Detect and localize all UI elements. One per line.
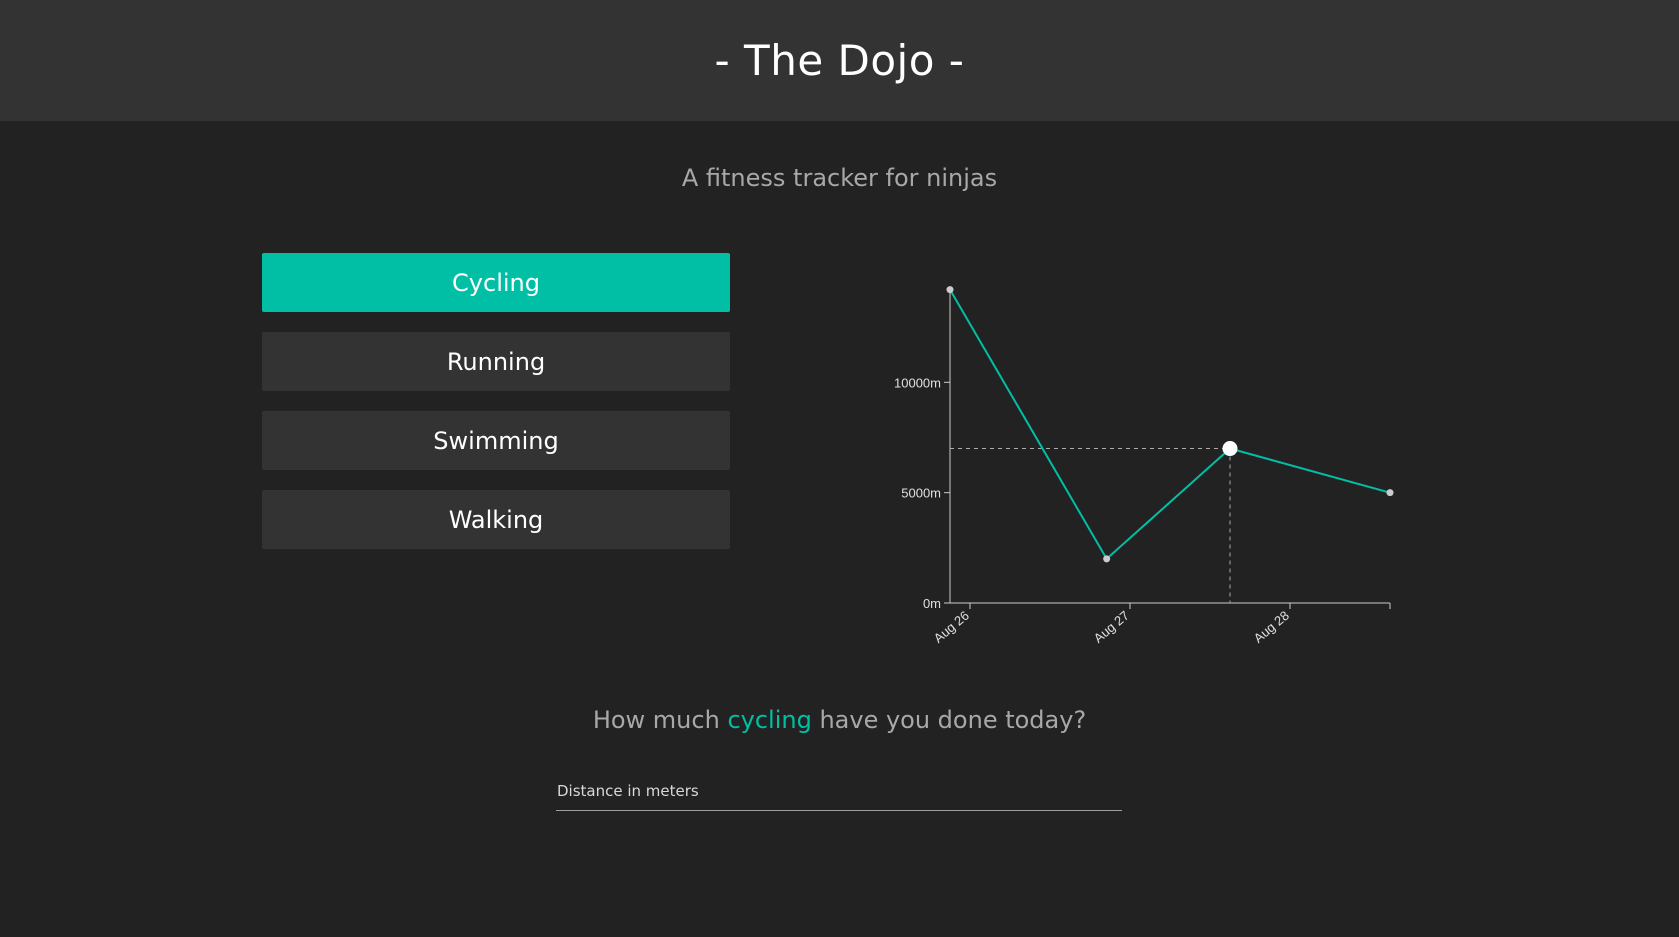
activity-line-chart: 0m 5000m 10000m Aug 26 Aug 27 Aug 28 <box>894 286 1394 646</box>
series-line <box>949 289 1391 561</box>
distance-field <box>556 776 1123 811</box>
question-prefix: How much <box>592 706 728 734</box>
cycling-button[interactable]: Cycling <box>262 253 730 312</box>
page-title: - The Dojo - <box>714 36 965 85</box>
question-suffix: have you done today? <box>811 706 1087 734</box>
y-tick-label: 5000m <box>901 486 941 501</box>
question-activity: cycling <box>727 706 812 734</box>
x-tick-label: Aug 28 <box>1251 608 1292 646</box>
distance-input[interactable] <box>556 776 1123 806</box>
running-button[interactable]: Running <box>262 332 730 391</box>
x-tick-label: Aug 26 <box>931 608 972 646</box>
activity-question: How much cycling have you done today? <box>0 706 1679 734</box>
walking-button[interactable]: Walking <box>262 490 730 549</box>
chart-plot-area: 0m 5000m 10000m Aug 26 Aug 27 Aug 28 <box>894 286 1394 646</box>
x-tick-label: Aug 27 <box>1091 608 1132 646</box>
page-header: - The Dojo - <box>0 0 1679 121</box>
y-tick-label: 0m <box>923 596 941 611</box>
data-point <box>946 286 954 294</box>
data-point <box>1386 489 1394 497</box>
activity-list: Cycling Running Swimming Walking <box>262 253 730 569</box>
data-point <box>1103 555 1111 563</box>
highlighted-data-point <box>1222 441 1238 457</box>
page-subtitle: A fitness tracker for ninjas <box>681 164 998 192</box>
swimming-button[interactable]: Swimming <box>262 411 730 470</box>
y-tick-label: 10000m <box>894 375 941 390</box>
